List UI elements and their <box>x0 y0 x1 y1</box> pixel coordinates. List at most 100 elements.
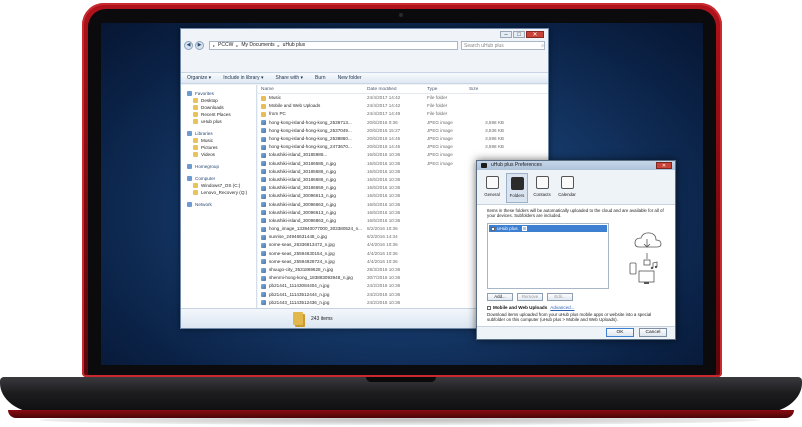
tab-label: General <box>484 192 500 197</box>
nav-libraries[interactable]: Libraries <box>181 130 256 137</box>
table-row[interactable]: hong-kong-island-hong-kong_2538860... 20/… <box>258 135 548 143</box>
breadcrumb-item[interactable]: uHub plus <box>283 42 306 48</box>
image-file-icon <box>261 283 266 289</box>
forward-arrow-icon[interactable]: ▶ <box>195 40 204 50</box>
file-size: 3,598 KB <box>485 119 504 125</box>
synced-folder-list[interactable]: uHub plus <box>487 223 609 289</box>
table-row[interactable]: Mobile and Web Uploads 24/4/2017 14:42 Fil… <box>258 102 548 110</box>
recent-places-icon <box>193 112 198 117</box>
table-row[interactable]: Music 24/4/2017 14:42 File folder <box>258 94 548 102</box>
address-bar[interactable]: ▸ PCCW ▸ My Documents ▸ uHub plus <box>209 40 458 50</box>
tab-folders[interactable]: Folders <box>506 173 528 203</box>
file-name-cell: hong-kong-island-hong-kong_2538860... <box>258 135 364 143</box>
close-button[interactable]: ✕ <box>526 31 544 38</box>
search-input[interactable]: Search uHub plus ⌕ <box>461 40 545 50</box>
nav-item-drive-q[interactable]: Lenovo_Recovery (Q:) <box>181 189 256 196</box>
file-type: JPEG image <box>427 136 453 142</box>
tab-calendar[interactable]: Calendar <box>556 173 578 203</box>
nav-item-music[interactable]: Music <box>181 137 256 144</box>
nav-item-videos[interactable]: Videos <box>181 151 256 158</box>
image-file-icon <box>261 177 266 183</box>
dialog-footer: OK Cancel <box>477 326 675 339</box>
nav-label: Computer <box>195 176 216 181</box>
file-date: 8/2/2016 10:36 <box>367 226 398 232</box>
nav-item-desktop[interactable]: Desktop <box>181 97 256 104</box>
file-name-cell: tokushiki-island_30185686_n.jpg <box>258 168 364 176</box>
nav-network[interactable]: Network <box>181 201 256 208</box>
column-header-date[interactable]: Date modified <box>364 87 424 92</box>
advanced-link[interactable]: Advanced... <box>550 305 574 310</box>
nav-label: Music <box>201 138 213 143</box>
info-icon[interactable] <box>521 226 527 231</box>
nav-item-uhub-plus[interactable]: uHub plus <box>181 118 256 125</box>
burn-button[interactable]: Burn <box>315 75 326 81</box>
mobile-web-uploads-option[interactable]: Mobile and Web Uploads Advanced... <box>487 305 575 310</box>
maximize-button[interactable]: □ <box>513 31 525 38</box>
nav-label: Downloads <box>201 105 224 110</box>
tab-label: Contacts <box>533 192 551 197</box>
organize-button[interactable]: Organize ▾ <box>187 75 211 81</box>
list-item[interactable]: uHub plus <box>489 225 607 232</box>
file-date: 6/2/2016 14:34 <box>367 234 398 240</box>
edit-button[interactable]: Edit... <box>547 293 573 301</box>
image-file-icon <box>261 144 266 150</box>
column-header-type[interactable]: Type <box>424 87 466 92</box>
folder-list-buttons: Add... Remove Edit... <box>487 293 577 301</box>
remove-button[interactable]: Remove <box>517 293 543 301</box>
monitor-icon <box>638 270 655 284</box>
folder-checkbox[interactable] <box>491 226 495 231</box>
nav-item-downloads[interactable]: Downloads <box>181 104 256 111</box>
table-row[interactable]: hong-kong-island-hong-kong_2473670... 20/… <box>258 143 548 151</box>
tab-label: Folders <box>509 193 525 198</box>
column-header-name[interactable]: Name <box>258 87 364 92</box>
file-name-cell: tokushiki-island_30096613_n.jpg <box>258 209 364 217</box>
item-count: 243 items <box>311 315 333 322</box>
ok-button[interactable]: OK <box>606 328 634 337</box>
phone-icon <box>629 262 637 275</box>
include-in-library-button[interactable]: Include in library ▾ <box>223 75 263 81</box>
file-name-cell: Mobile and Web Uploads <box>258 102 364 110</box>
file-name-cell: tokushiki-island_30185986... <box>258 151 364 159</box>
column-header-size[interactable]: Size <box>466 87 506 92</box>
cloud-icon <box>634 232 662 248</box>
laptop-base <box>0 377 802 413</box>
minimize-button[interactable]: – <box>500 31 512 38</box>
file-date: 4/4/2016 10:36 <box>367 258 398 264</box>
table-row[interactable]: tokushiki-island_30185986... 16/6/2016 10… <box>258 151 548 159</box>
back-arrow-icon[interactable]: ◀ <box>184 40 193 50</box>
nav-favorites[interactable]: Favorites <box>181 90 256 97</box>
nav-label: Pictures <box>201 145 218 150</box>
calendar-icon <box>560 176 574 189</box>
file-name: sunrise_24946631448_o.jpg <box>269 234 327 240</box>
nav-homegroup[interactable]: Homegroup <box>181 163 256 170</box>
dialog-title: uHub plus Preferences <box>491 162 542 168</box>
tab-general[interactable]: General <box>481 173 503 203</box>
share-with-button[interactable]: Share with ▾ <box>276 75 304 81</box>
contact-card-icon <box>535 176 549 189</box>
breadcrumb-item[interactable]: My Documents <box>241 42 274 48</box>
image-file-icon <box>261 169 266 175</box>
table-row[interactable]: hong-kong-island-hong-kong_2537049... 20/… <box>258 127 548 135</box>
image-file-icon <box>261 210 266 216</box>
file-date: 16/6/2016 10:36 <box>367 209 401 215</box>
table-row[interactable]: from PC 24/4/2017 14:49 File folder <box>258 110 548 118</box>
nav-item-recent-places[interactable]: Recent Places <box>181 111 256 118</box>
file-date: 20/6/2016 14:45 <box>367 144 401 150</box>
tab-contacts[interactable]: Contacts <box>531 173 553 203</box>
cancel-button[interactable]: Cancel <box>639 328 667 337</box>
nav-item-drive-c[interactable]: Windows7_OS (C:) <box>181 182 256 189</box>
file-date: 20/6/2016 0:36 <box>367 119 398 125</box>
add-button[interactable]: Add... <box>487 293 513 301</box>
mobile-web-uploads-checkbox[interactable] <box>487 305 491 310</box>
image-file-icon <box>261 161 266 167</box>
table-row[interactable]: hong-kong-island-hong-kong_2536713... 20/… <box>258 119 548 127</box>
column-headers: Name Date modified Type Size <box>258 85 548 94</box>
chevron-right-icon: ▸ <box>236 42 239 48</box>
file-name: shenmi-hong-kong_183883093948_n.jpg <box>269 275 353 281</box>
folders-description: Items in these folders will be automatic… <box>487 208 664 219</box>
new-folder-button[interactable]: New folder <box>338 75 362 81</box>
nav-item-pictures[interactable]: Pictures <box>181 144 256 151</box>
breadcrumb-item[interactable]: PCCW <box>218 42 233 48</box>
dialog-close-button[interactable]: ✕ <box>656 162 672 169</box>
nav-computer[interactable]: Computer <box>181 175 256 182</box>
